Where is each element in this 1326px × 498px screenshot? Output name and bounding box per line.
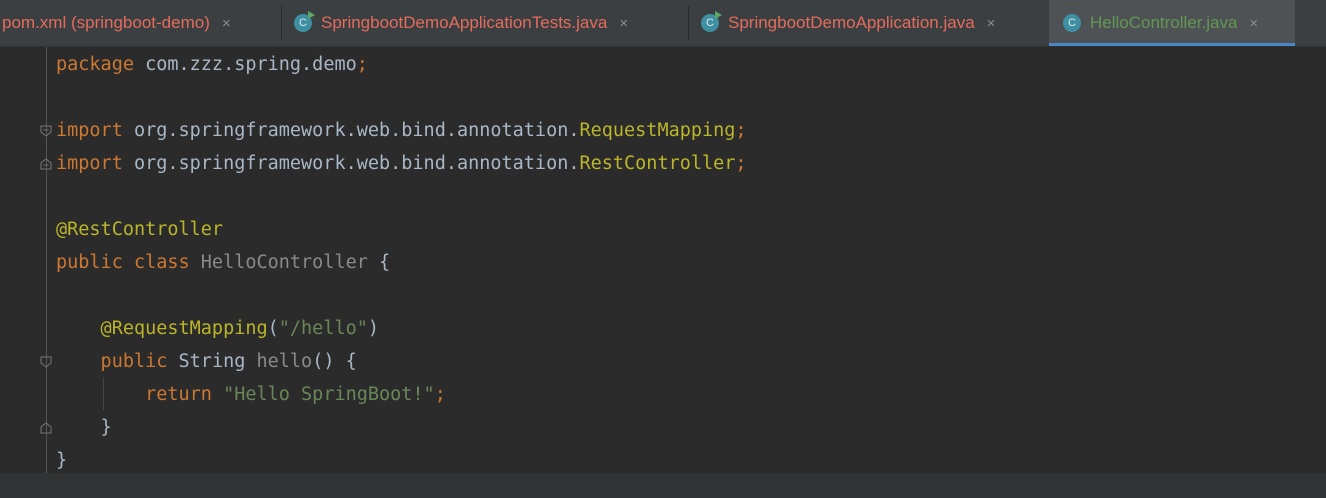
- tab-springboot-demo-application[interactable]: C SpringbootDemoApplication.java ×: [689, 0, 1047, 46]
- code-line-12: }: [56, 417, 112, 438]
- code-line-11: return "Hello SpringBoot!";: [56, 384, 446, 405]
- tab-pom-xml[interactable]: pom.xml (springboot-demo) ×: [0, 0, 279, 46]
- code-line-7: public class HelloController {: [56, 252, 391, 273]
- fold-collapse-icon[interactable]: [40, 356, 52, 368]
- tab-label: pom.xml (springboot-demo): [2, 13, 210, 32]
- code-line-1: package com.zzz.spring.demo;: [56, 54, 368, 75]
- tab-label: SpringbootDemoApplicationTests.java: [321, 13, 608, 32]
- close-icon[interactable]: ×: [1249, 15, 1258, 32]
- editor-bottom-area: [0, 473, 1326, 498]
- code-line-4: import org.springframework.web.bind.anno…: [56, 153, 747, 174]
- tab-label: HelloController.java: [1090, 13, 1238, 32]
- class-run-icon: C: [701, 11, 722, 32]
- code-line-10: public String hello() {: [56, 351, 357, 372]
- editor-tab-bar: pom.xml (springboot-demo) × C Springboot…: [0, 0, 1326, 47]
- tab-springboot-demo-application-tests[interactable]: C SpringbootDemoApplicationTests.java ×: [282, 0, 688, 46]
- class-run-icon: C: [294, 11, 315, 32]
- close-icon[interactable]: ×: [987, 15, 996, 32]
- fold-expand-end-icon[interactable]: [40, 158, 52, 170]
- fold-expand-end-icon[interactable]: [40, 422, 52, 434]
- tab-label: SpringbootDemoApplication.java: [728, 13, 975, 32]
- fold-collapse-icon[interactable]: [40, 125, 52, 137]
- close-icon[interactable]: ×: [222, 15, 231, 32]
- code-line-3: import org.springframework.web.bind.anno…: [56, 120, 747, 141]
- tab-hello-controller[interactable]: C HelloController.java ×: [1049, 0, 1295, 46]
- close-icon[interactable]: ×: [619, 15, 628, 32]
- class-icon: C: [1063, 14, 1081, 32]
- code-line-6: @RestController: [56, 219, 224, 240]
- code-line-9: @RequestMapping("/hello"): [56, 318, 380, 339]
